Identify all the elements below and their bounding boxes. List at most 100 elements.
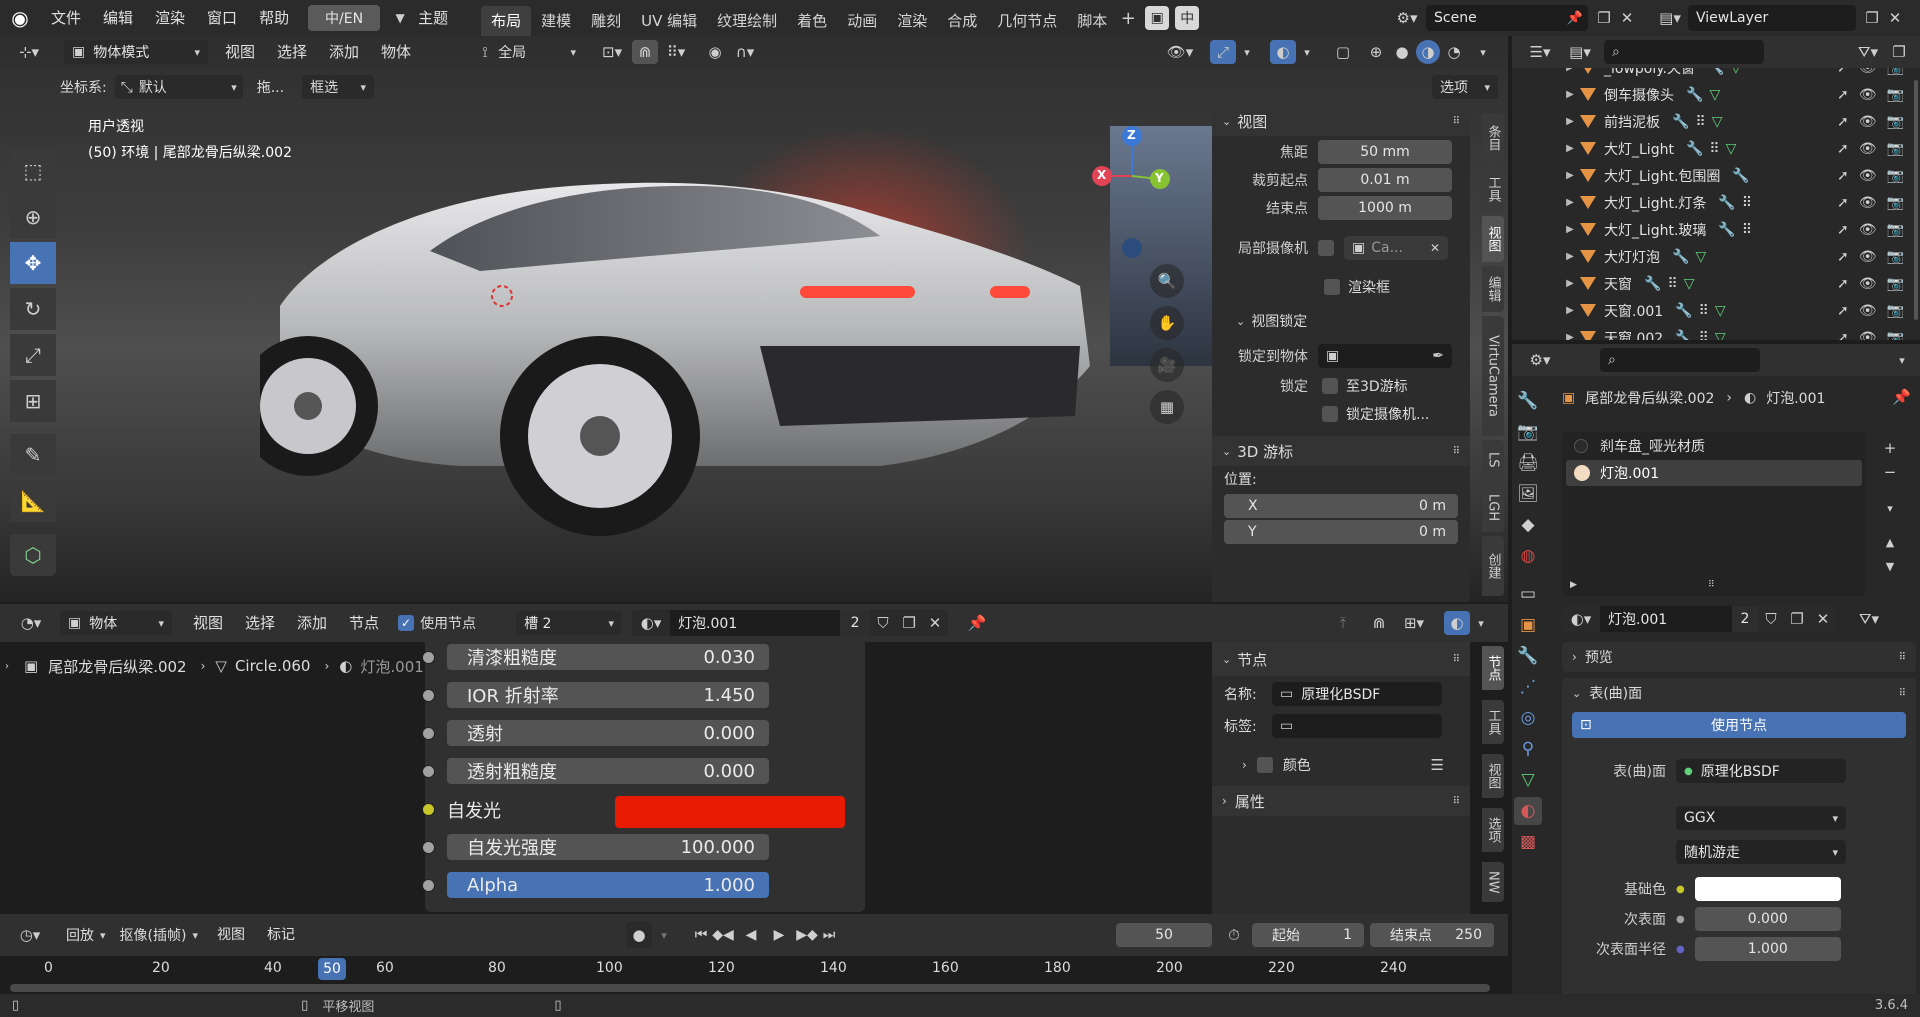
auto-key-icon[interactable]: ● (626, 922, 652, 948)
material-browse-icon[interactable]: ◐▾ (1562, 606, 1600, 632)
lock-3d-cursor-checkbox[interactable] (1322, 378, 1338, 394)
transmission-roughness-field[interactable]: 透射粗糙度 0.000 (447, 758, 769, 784)
use-nodes-checkbox[interactable]: ✓ (398, 615, 415, 631)
transmission-field[interactable]: 透射 0.000 (447, 720, 769, 746)
link-dropdown-icon[interactable]: ⛛▾ (1854, 610, 1884, 628)
play-icon[interactable]: ▶ (768, 924, 790, 946)
select-box-tool-icon[interactable]: ⬚ (10, 150, 56, 192)
expand-arrow-icon[interactable]: ▶ (1560, 197, 1580, 208)
node-menu-view[interactable]: 视图 (182, 604, 234, 642)
drag-handle-icon[interactable]: ⠿ (1453, 116, 1460, 127)
material-browse-icon[interactable]: ◐▾ (632, 610, 671, 636)
input-socket[interactable] (422, 841, 435, 854)
falloff-icon[interactable]: ∩▾ (728, 43, 762, 61)
keying-set-dropdown-icon[interactable]: ▾ (656, 929, 672, 942)
drag-handle-icon[interactable]: ⠿ (1453, 796, 1460, 807)
move-down-icon[interactable]: ▼ (1878, 554, 1902, 578)
overlay-dropdown-icon[interactable]: ▾ (1298, 46, 1316, 59)
local-camera-field[interactable]: ▣ Ca... ✕ (1344, 236, 1448, 260)
clip-start-field[interactable]: 0.01 m (1318, 168, 1452, 192)
texture-tab-icon[interactable]: ▩ (1514, 828, 1542, 856)
camera-toggle-icon[interactable]: 📷 (1887, 195, 1904, 211)
modifier-icon[interactable]: 🔧 (1718, 222, 1735, 238)
drag-handle-icon[interactable]: ⠿ (1899, 688, 1906, 699)
tab-geometry-nodes[interactable]: 几何节点 (987, 6, 1067, 36)
constraint-icon[interactable]: ⠿ (1695, 114, 1705, 130)
timeline-menu-markers[interactable]: 标记 (256, 914, 306, 956)
delete-scene-icon[interactable]: ✕ (1616, 9, 1638, 27)
drag-handle-icon[interactable]: ⠿ (1899, 652, 1906, 663)
filter-icon[interactable]: ⛛▾ (1850, 43, 1886, 61)
expand-arrow-icon[interactable]: ▶ (1560, 305, 1580, 316)
snap-icon[interactable]: ⋒ (1366, 614, 1392, 632)
3d-cursor-panel-header[interactable]: ⌄ 3D 游标 ⠿ (1212, 436, 1470, 466)
rotate-tool-icon[interactable]: ↻ (10, 288, 56, 330)
list-expand-icon[interactable]: ▶ (1570, 580, 1577, 590)
editor-type-icon[interactable]: ☰▾ (1522, 43, 1558, 61)
data-tab-icon[interactable]: ▽ (1514, 766, 1542, 794)
outliner-row[interactable]: ▶ 前挡泥板 🔧 ⠿ ▽ ➚ 👁 📷 (1512, 108, 1916, 135)
material-slot-list[interactable]: 刹车盘_哑光材质 灯泡.001 ▶ ⠿ (1562, 432, 1866, 596)
tab-nw[interactable]: NW (1482, 862, 1504, 902)
shading-dropdown-icon[interactable]: ▾ (1474, 46, 1492, 59)
mesh-data-icon[interactable]: ▽ (1684, 276, 1695, 292)
drag-handle-icon[interactable]: ⠿ (1453, 654, 1460, 665)
shading-wireframe-icon[interactable]: ⊕ (1364, 43, 1388, 61)
current-frame-field[interactable]: 50 (1116, 923, 1212, 947)
constraint-icon[interactable]: ⠿ (1667, 276, 1677, 292)
surface-shader-field[interactable]: ● 原理化BSDF (1676, 759, 1846, 783)
tab-options[interactable]: 选项 (1482, 808, 1504, 852)
node-properties-header[interactable]: › 属性 ⠿ (1212, 786, 1470, 816)
scene-icon[interactable]: ⚙▾ (1388, 9, 1426, 27)
render-tab-icon[interactable]: 📷 (1514, 418, 1542, 446)
new-collection-icon[interactable]: ❐ (1886, 43, 1912, 61)
world-tab-icon[interactable]: ◍ (1514, 542, 1542, 570)
eye-icon[interactable]: 👁 (1859, 68, 1877, 76)
expand-arrow-icon[interactable]: ▶ (1560, 89, 1580, 100)
focal-length-field[interactable]: 50 mm (1318, 140, 1452, 164)
duplicate-material-icon[interactable]: ❐ (896, 610, 923, 636)
tab-tool[interactable]: 工具 (1482, 700, 1504, 744)
menu-edit[interactable]: 编辑 (92, 0, 144, 36)
pin-icon[interactable]: 📌 (964, 614, 990, 632)
tab-shading[interactable]: 着色 (787, 6, 837, 36)
mesh-data-icon[interactable]: ▽ (1712, 114, 1723, 130)
ime-indicator[interactable]: 中 (1175, 6, 1200, 30)
pin-icon[interactable]: 📌 (1564, 11, 1586, 26)
viewport-menu-select[interactable]: 选择 (266, 36, 318, 68)
shading-solid-icon[interactable]: ● (1390, 43, 1414, 61)
parent-node-tree-icon[interactable]: ⤒ (1330, 614, 1356, 632)
eye-icon[interactable]: 👁 (1859, 114, 1877, 130)
material-slot-1[interactable]: 刹车盘_哑光材质 (1562, 432, 1866, 460)
shader-type-select[interactable]: ▣ 物体 ▾ (60, 611, 172, 635)
fake-user-icon[interactable]: ⛉ (870, 610, 897, 636)
select-toggle-icon[interactable]: ➚ (1837, 330, 1849, 341)
tab-modeling[interactable]: 建模 (531, 6, 581, 36)
tab-compositing[interactable]: 合成 (937, 6, 987, 36)
measure-tool-icon[interactable]: 📐 (10, 480, 56, 522)
jump-start-icon[interactable]: ⏮ (690, 924, 712, 946)
transform-orientation-select[interactable]: ⟟ 全局 ▾ (472, 40, 576, 64)
fake-user-icon[interactable]: ⛉ (1758, 606, 1784, 632)
tab-edit[interactable]: 编辑 (1482, 266, 1504, 312)
node-menu-node[interactable]: 节点 (338, 604, 390, 642)
outliner-row[interactable]: ▶ 天窗 🔧 ⠿ ▽ ➚ 👁 📷 (1512, 270, 1916, 297)
clip-end-field[interactable]: 1000 m (1318, 196, 1452, 220)
select-toggle-icon[interactable]: ➚ (1837, 195, 1849, 211)
camera-toggle-icon[interactable]: 📷 (1887, 249, 1904, 265)
ortho-grid-icon[interactable]: ▦ (1150, 390, 1184, 424)
tab-item[interactable]: 条目 (1482, 114, 1504, 162)
cursor-x-field[interactable]: X0 m (1224, 494, 1458, 518)
node-name-field[interactable]: ▭ 原理化BSDF (1272, 682, 1442, 706)
gizmo-dropdown-icon[interactable]: ▾ (1238, 46, 1256, 59)
drag-select[interactable]: 框选 ▾ (302, 75, 375, 99)
new-scene-icon[interactable]: ❐ (1592, 9, 1616, 27)
overlay-toggle-icon[interactable]: ◐ (1270, 40, 1296, 64)
prev-keyframe-icon[interactable]: ◆◀ (712, 924, 734, 946)
select-toggle-icon[interactable]: ➚ (1837, 276, 1849, 292)
tab-virtucamera[interactable]: VirtuCamera (1482, 316, 1504, 436)
expand-arrow-icon[interactable]: ▶ (1560, 170, 1580, 181)
eye-icon[interactable]: 👁 (1859, 303, 1877, 319)
render-border-checkbox[interactable] (1324, 279, 1340, 295)
display-mode-icon[interactable]: ▤▾ (1562, 43, 1598, 61)
